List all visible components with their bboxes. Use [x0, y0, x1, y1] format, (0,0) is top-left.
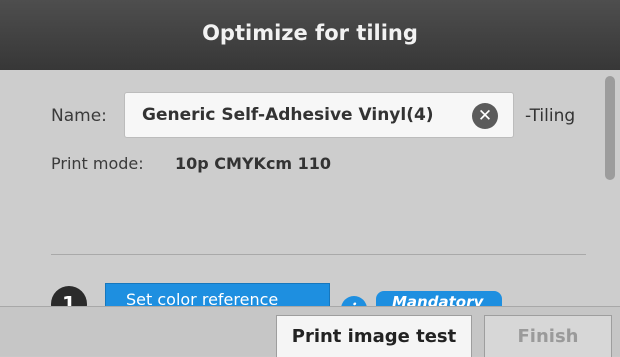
step-number-badge: 1: [51, 286, 87, 306]
dialog-content: Name: Generic Self-Adhesive Vinyl(4) ✕ -…: [0, 70, 620, 306]
finish-button[interactable]: Finish: [484, 315, 612, 357]
print-image-test-button[interactable]: Print image test: [276, 315, 472, 357]
name-input[interactable]: Generic Self-Adhesive Vinyl(4) ✕: [124, 92, 514, 138]
set-color-reference-button[interactable]: Set color reference: [105, 283, 330, 306]
title-bar: Optimize for tiling: [0, 0, 620, 70]
print-mode-label: Print mode:: [51, 154, 144, 173]
info-icon[interactable]: i: [341, 296, 367, 306]
scrollbar-thumb[interactable]: [605, 76, 615, 180]
name-label: Name:: [51, 106, 107, 126]
name-input-value: Generic Self-Adhesive Vinyl(4): [142, 105, 434, 125]
clear-icon[interactable]: ✕: [472, 103, 498, 129]
print-mode-value: 10p CMYKcm 110: [175, 154, 332, 173]
divider: [51, 254, 586, 255]
dialog-title: Optimize for tiling: [202, 21, 418, 45]
name-suffix: -Tiling: [525, 106, 576, 126]
footer-bar: Print image test Finish: [0, 306, 620, 357]
mandatory-badge: Mandatory: [376, 291, 502, 306]
